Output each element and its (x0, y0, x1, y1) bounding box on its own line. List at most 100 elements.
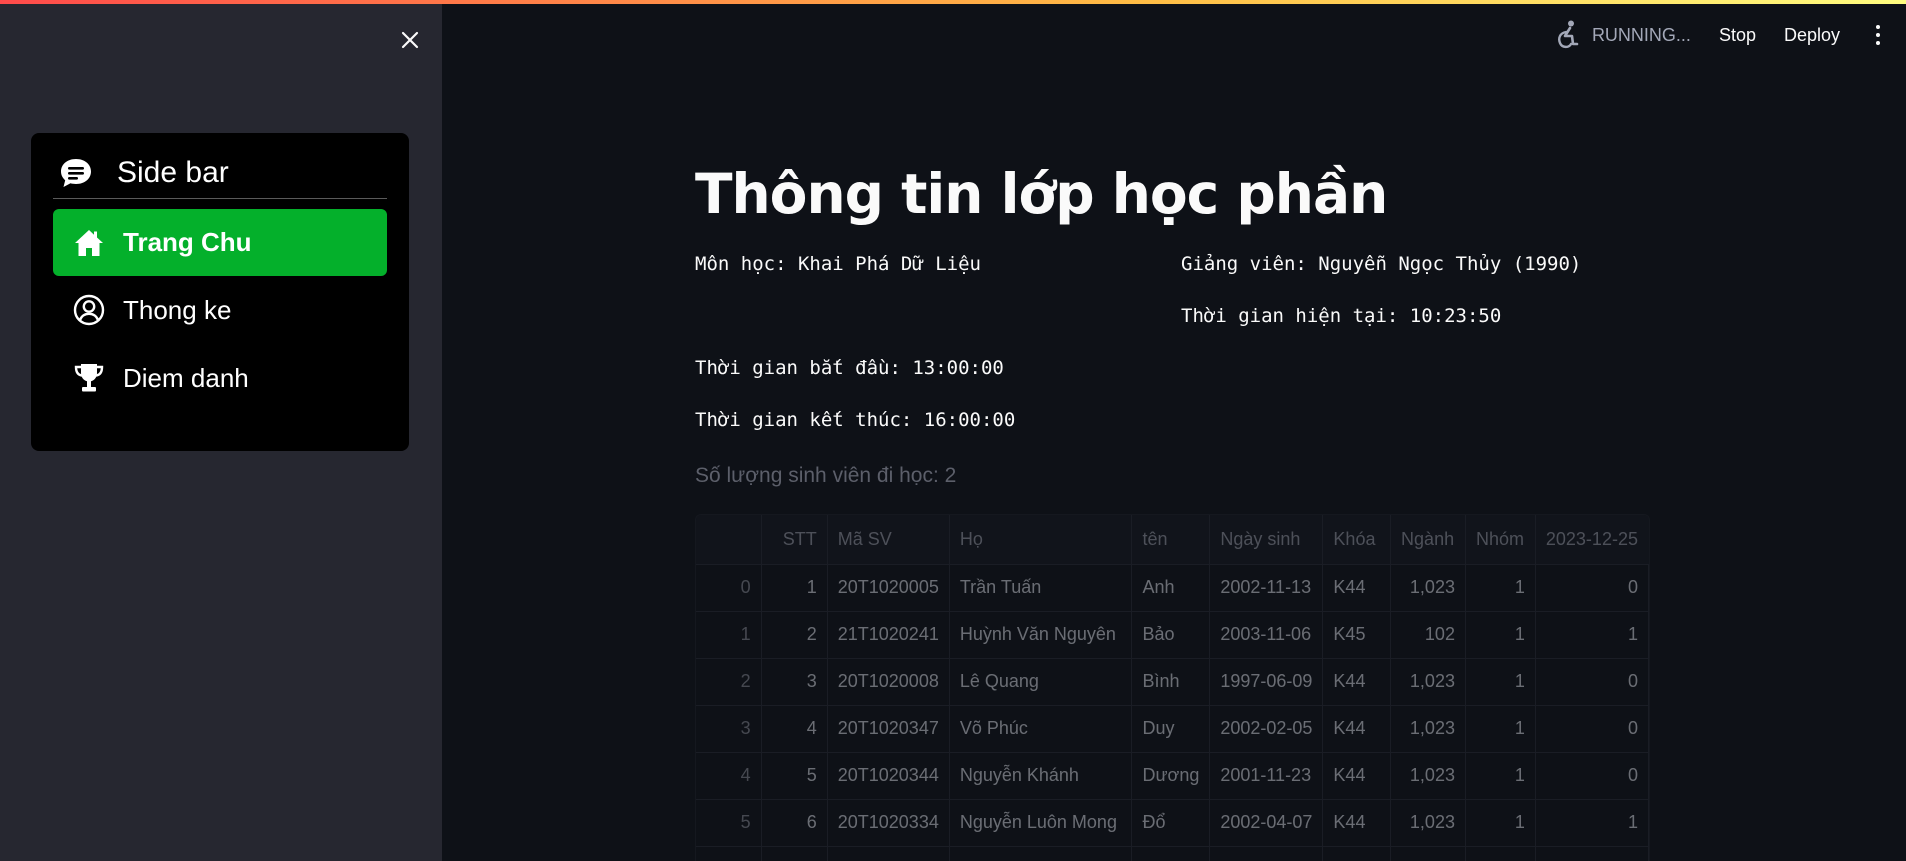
chat-bubble-icon (61, 158, 91, 187)
nhom-cell: 1 (1465, 611, 1536, 659)
stt-cell: 4 (761, 705, 828, 753)
column-header-index[interactable] (696, 515, 762, 565)
stt-cell: 3 (761, 658, 828, 706)
sidebar-item-diem-danh[interactable]: Diem danh (53, 344, 387, 412)
nganh-cell: 1,023 (1390, 799, 1466, 847)
row-index-cell: 6 (696, 846, 762, 861)
stt-cell: 2 (761, 611, 828, 659)
table-row[interactable]: 4 5 20T1020344 Nguyễn Khánh Dương 2001-1… (696, 752, 1649, 800)
nhom-cell: 1 (1465, 564, 1536, 612)
table-scrollbar[interactable] (1641, 515, 1649, 564)
ten-cell (1131, 846, 1211, 861)
ngay-sinh-cell: 2002-04-07 (1209, 799, 1324, 847)
column-header-stt[interactable]: STT (761, 515, 828, 565)
nganh-cell: 1,023 (1390, 564, 1466, 612)
khoa-cell: K44 (1322, 658, 1392, 706)
ho-cell: Trần Tuấn (949, 564, 1133, 612)
start-time-text: Thời gian bắt đầu: 13:00:00 (695, 357, 1004, 379)
ho-cell: Võ Phúc (949, 705, 1133, 753)
sidebar-item-thong-ke[interactable]: Thong ke (53, 276, 387, 344)
row-index-cell: 0 (696, 564, 762, 612)
stt-cell: 6 (761, 799, 828, 847)
ma-sv-cell: 20T1020005 (827, 564, 950, 612)
sidebar-item-label: Trang Chu (123, 227, 252, 257)
ngay-sinh-cell: 2002-11-13 (1209, 564, 1324, 612)
ma-sv-cell: 20T1020344 (827, 752, 950, 800)
column-header-date[interactable]: 2023-12-25 (1535, 515, 1649, 565)
table-row[interactable]: 3 4 20T1020347 Võ Phúc Duy 2002-02-05 K4… (696, 705, 1649, 753)
ho-cell: Lê Quang (949, 658, 1133, 706)
ma-sv-cell: 20T1020347 (827, 705, 950, 753)
row-index-cell: 3 (696, 705, 762, 753)
attendance-cell: 0 (1535, 752, 1649, 800)
nganh-cell: 1,023 (1390, 705, 1466, 753)
close-icon (401, 31, 419, 49)
column-header-ngay-sinh[interactable]: Ngày sinh (1209, 515, 1324, 565)
table-row[interactable]: 5 6 20T1020334 Nguyễn Luôn Mong Đổ 2002-… (696, 799, 1649, 847)
course-text: Môn học: Khai Phá Dữ Liệu (695, 253, 981, 275)
end-time-text: Thời gian kết thúc: 16:00:00 (695, 409, 1016, 431)
lecturer-text: Giảng viên: Nguyễn Ngọc Thủy (1990) (1181, 253, 1582, 275)
ten-cell: Anh (1131, 564, 1211, 612)
menu-header: Side bar (53, 151, 387, 199)
person-circle-icon (73, 294, 105, 326)
row-index-cell: 1 (696, 611, 762, 659)
row-index-cell: 2 (696, 658, 762, 706)
khoa-cell: K44 (1322, 705, 1392, 753)
ten-cell: Bảo (1131, 611, 1211, 659)
nhom-cell: 1 (1465, 705, 1536, 753)
current-time-text: Thời gian hiện tại: 10:23:50 (1181, 305, 1502, 327)
attendance-cell: 0 (1535, 564, 1649, 612)
sidebar-item-trang-chu[interactable]: Trang Chu (53, 209, 387, 276)
sidebar: Side bar Trang Chu Thong ke Diem danh (0, 4, 442, 861)
table-row[interactable]: 0 1 20T1020005 Trần Tuấn Anh 2002-11-13 … (696, 564, 1649, 612)
khoa-cell: K44 (1322, 564, 1392, 612)
main-content: Thông tin lớp học phần Môn học: Khai Phá… (442, 4, 1906, 861)
khoa-cell: K44 (1322, 799, 1392, 847)
khoa-cell: K44 (1322, 752, 1392, 800)
column-header-ho[interactable]: Họ (949, 515, 1133, 565)
ngay-sinh-cell: 1997-06-09 (1209, 658, 1324, 706)
ho-cell: Huỳnh Văn Nguyên (949, 611, 1133, 659)
table-row[interactable]: 1 2 21T1020241 Huỳnh Văn Nguyên Bảo 2003… (696, 611, 1649, 659)
nhom-cell: 1 (1465, 752, 1536, 800)
ngay-sinh-cell: 2001-11-23 (1209, 752, 1324, 800)
table-row[interactable]: 2 3 20T1020008 Lê Quang Bình 1997-06-09 … (696, 658, 1649, 706)
ten-cell: Dương (1131, 752, 1211, 800)
table-row[interactable]: 6 7 (696, 846, 1649, 861)
sidebar-item-label: Thong ke (123, 294, 232, 325)
attendance-cell: 1 (1535, 611, 1649, 659)
option-menu: Side bar Trang Chu Thong ke Diem danh (31, 133, 409, 451)
nganh-cell (1390, 846, 1466, 861)
row-index-cell: 5 (696, 799, 762, 847)
trophy-icon (74, 364, 104, 392)
khoa-cell (1322, 846, 1392, 861)
stt-cell: 5 (761, 752, 828, 800)
ngay-sinh-cell: 2003-11-06 (1209, 611, 1324, 659)
house-icon (75, 229, 103, 256)
row-index-cell: 4 (696, 752, 762, 800)
ten-cell: Duy (1131, 705, 1211, 753)
column-header-ma-sv[interactable]: Mã SV (827, 515, 950, 565)
nhom-cell (1465, 846, 1536, 861)
column-header-nganh[interactable]: Ngành (1390, 515, 1466, 565)
ho-cell: Nguyễn Luôn Mong (949, 799, 1133, 847)
close-sidebar-button[interactable] (396, 26, 424, 54)
column-header-nhom[interactable]: Nhóm (1465, 515, 1536, 565)
ten-cell: Bình (1131, 658, 1211, 706)
column-header-khoa[interactable]: Khóa (1322, 515, 1392, 565)
attendance-table[interactable]: STT Mã SV Họ tên Ngày sinh Khóa Ngành Nh… (695, 514, 1650, 861)
nhom-cell: 1 (1465, 799, 1536, 847)
nganh-cell: 1,023 (1390, 658, 1466, 706)
ho-cell: Nguyễn Khánh (949, 752, 1133, 800)
menu-title: Side bar (117, 155, 229, 189)
nganh-cell: 102 (1390, 611, 1466, 659)
table-header-row: STT Mã SV Họ tên Ngày sinh Khóa Ngành Nh… (696, 515, 1649, 565)
sidebar-item-label: Diem danh (123, 362, 249, 393)
stt-cell: 7 (761, 846, 828, 861)
attendance-cell (1535, 846, 1649, 861)
column-header-ten[interactable]: tên (1131, 515, 1211, 565)
ngay-sinh-cell: 2002-02-05 (1209, 705, 1324, 753)
attendance-cell: 0 (1535, 658, 1649, 706)
ma-sv-cell (827, 846, 950, 861)
